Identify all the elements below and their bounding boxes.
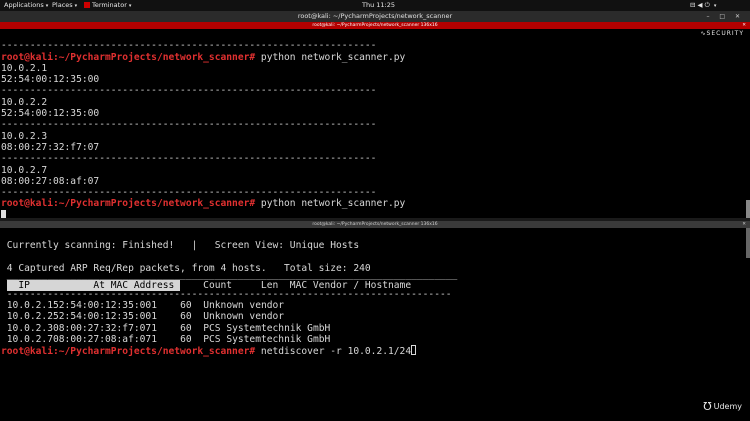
hosts-table: 10.0.2.152:54:00:12:35:001 60 Unknown ve… [1, 300, 457, 345]
window-titlebar: root@kali: ~/PycharmProjects/network_sca… [0, 11, 750, 22]
command-text: python network_scanner.py [255, 51, 406, 63]
row-ip: 10.0.2.3 [6, 322, 53, 334]
udemy-watermark: Ʊ Udemy [703, 400, 742, 413]
pane1-scrollbar[interactable] [746, 200, 750, 218]
chevron-down-icon: ▾ [128, 3, 132, 9]
clock[interactable]: Thu 11:25 [362, 0, 395, 11]
row-vendor: Unknown vendor [203, 311, 285, 323]
separator-line: ----------------------------------------… [1, 40, 377, 52]
column-gap [192, 300, 204, 311]
pane2-header: root@kali: ~/PycharmProjects/network_sca… [0, 221, 750, 228]
separator-line: ----------------------------------------… [1, 187, 377, 199]
pane1-title: root@kali: ~/PycharmProjects/network_sca… [312, 23, 438, 28]
table-row: 10.0.2.252:54:00:12:35:001 60 Unknown ve… [1, 311, 457, 322]
pane2-scrollbar[interactable] [746, 228, 750, 258]
chevron-down-icon: ▾ [45, 3, 49, 9]
row-len: 60 [180, 333, 192, 345]
table-row: 10.0.2.308:00:27:32:f7:071 60 PCS System… [1, 323, 457, 334]
top-panel: Applications ▾ Places ▾ Terminator ▾ Thu 11… [0, 0, 750, 11]
chevron-down-icon: ▾ [74, 3, 78, 9]
volume-icon: ◀ [697, 1, 703, 9]
pane2-title: root@kali: ~/PycharmProjects/network_sca… [312, 222, 438, 227]
column-gap [157, 323, 180, 334]
row-mac: 52:54:00:12:35:00 [53, 311, 152, 323]
prompt-user: root@kali [1, 51, 53, 63]
window-controls[interactable]: – □ ✕ [706, 11, 744, 22]
network-icon: ⊟ [690, 1, 696, 9]
column-gap [192, 334, 204, 345]
pane1-header: root@kali: ~/PycharmProjects/network_sca… [0, 22, 750, 29]
command-text: python network_scanner.py [255, 198, 406, 210]
separator-line: ----------------------------------------… [1, 85, 377, 97]
chevron-down-icon: ▾ [713, 3, 717, 9]
row-ip: 10.0.2.2 [6, 311, 53, 323]
pane2-terminal[interactable]: Currently scanning: Finished! | Screen V… [1, 229, 457, 369]
column-gap [157, 334, 180, 345]
row-len: 60 [180, 311, 192, 323]
column-gap [192, 323, 204, 334]
prompt-user: root@kali [1, 198, 53, 210]
security-watermark: ∿SECURITY [701, 30, 744, 37]
prompt-line: root@kali:~/PycharmProjects/network_scan… [1, 52, 405, 63]
prompt-line: root@kali:~/PycharmProjects/network_scan… [1, 345, 457, 357]
entry-mac: 08:00:27:32:f7:07 [1, 141, 100, 153]
places-label: Places [52, 1, 73, 9]
column-gap [192, 311, 204, 322]
top-rule: ________________________________________… [1, 269, 458, 281]
entry-mac: 52:54:00:12:35:00 [1, 108, 100, 120]
row-ip: 10.0.2.7 [6, 333, 53, 345]
row-len: 60 [180, 322, 192, 334]
prompt-path: :~/PycharmProjects/network_scanner [52, 346, 250, 358]
scan-status: Currently scanning: Finished! | Screen V… [1, 240, 360, 252]
entry-ip: 10.0.2.7 [1, 164, 48, 176]
row-mac: 08:00:27:08:af:07 [53, 333, 152, 345]
close-icon[interactable]: ✕ [742, 221, 746, 228]
terminator-label: Terminator [92, 1, 127, 9]
prompt-line: root@kali:~/PycharmProjects/network_scan… [1, 198, 405, 209]
entry-ip: 10.0.2.3 [1, 130, 48, 142]
row-mac: 52:54:00:12:35:00 [53, 300, 152, 312]
separator-line: ----------------------------------------… [1, 153, 377, 165]
row-ip: 10.0.2.1 [6, 300, 53, 312]
power-icon: ⏻ [704, 1, 710, 9]
terminator-icon [84, 2, 90, 8]
row-len: 60 [180, 300, 192, 312]
command-text: netdiscover -r 10.0.2.1/24 [255, 346, 412, 358]
table-row: 10.0.2.708:00:27:08:af:071 60 PCS System… [1, 334, 457, 345]
column-gap [157, 311, 180, 322]
prompt-path: :~/PycharmProjects/network_scanner [52, 51, 250, 63]
entry-ip: 10.0.2.2 [1, 96, 48, 108]
terminal-cursor [411, 345, 417, 356]
entry-mac: 08:00:27:08:af:07 [1, 175, 100, 187]
rule-line: ----------------------------------------… [1, 288, 452, 300]
window-title: root@kali: ~/PycharmProjects/network_sca… [297, 12, 453, 20]
udemy-text: Udemy [713, 402, 742, 411]
row-mac: 08:00:27:32:f7:07 [53, 322, 152, 334]
pane1-terminal[interactable]: ----------------------------------------… [1, 29, 405, 233]
prompt-path: :~/PycharmProjects/network_scanner [52, 198, 250, 210]
prompt-user: root@kali [1, 346, 53, 358]
close-icon[interactable]: ✕ [742, 22, 746, 29]
udemy-logo-icon: Ʊ [703, 400, 712, 413]
column-gap [157, 300, 180, 311]
row-vendor: Unknown vendor [203, 300, 285, 312]
watermark-text: SECURITY [706, 30, 744, 37]
entry-mac: 52:54:00:12:35:00 [1, 74, 100, 86]
separator-line: ----------------------------------------… [1, 119, 377, 131]
table-row: 10.0.2.152:54:00:12:35:001 60 Unknown ve… [1, 300, 457, 311]
applications-label: Applications [4, 1, 44, 9]
row-vendor: PCS Systemtechnik GmbH [203, 333, 331, 345]
row-vendor: PCS Systemtechnik GmbH [203, 322, 331, 334]
entry-ip: 10.0.2.1 [1, 62, 48, 74]
